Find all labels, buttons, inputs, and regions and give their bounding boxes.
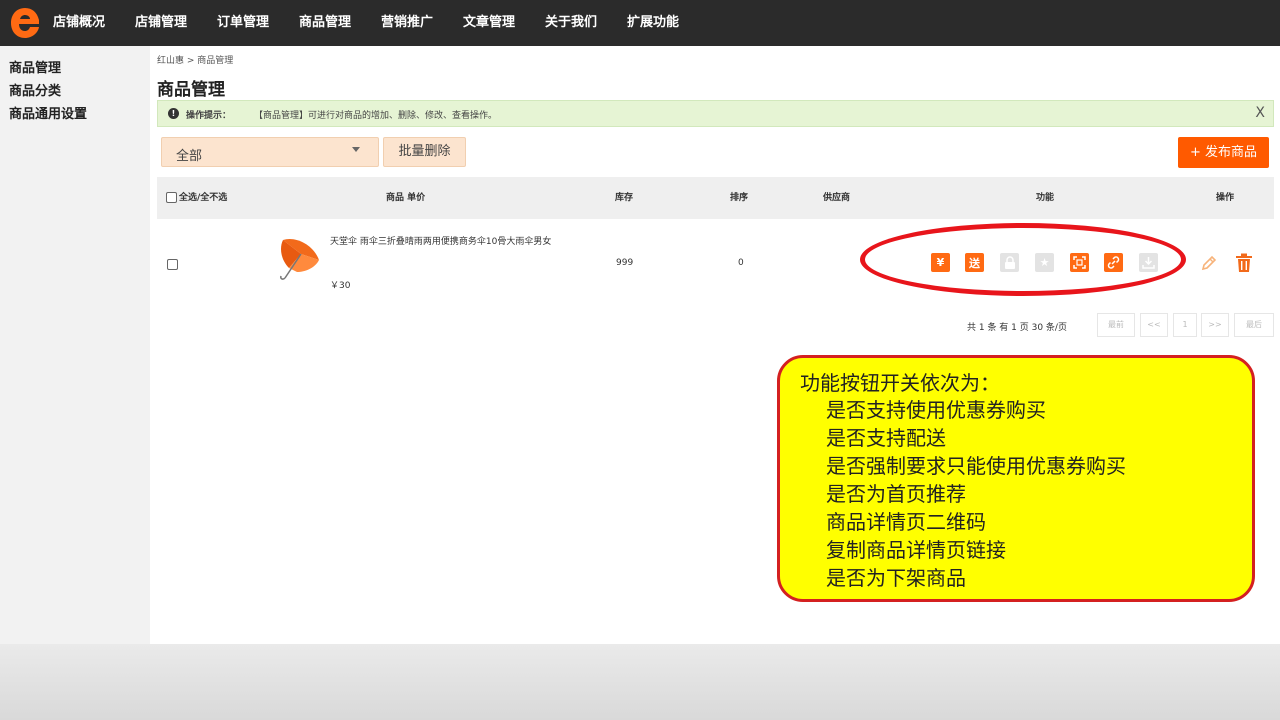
sidebar-item-product-management[interactable]: 商品管理 [9, 57, 61, 76]
breadcrumb: 红山惠 > 商品管理 [157, 56, 234, 66]
header-stock: 库存 [615, 193, 634, 203]
nav-extensions[interactable]: 扩展功能 [627, 0, 679, 46]
pager-prev-button[interactable]: << [1140, 313, 1168, 337]
link-icon[interactable] [1104, 253, 1123, 272]
sidebar-item-product-category[interactable]: 商品分类 [9, 80, 61, 99]
bottom-band [0, 644, 1280, 720]
pager-current-page[interactable]: 1 [1173, 313, 1197, 337]
callout-line: 是否支持配送 [826, 426, 946, 450]
filter-value: 全部 [176, 149, 203, 164]
nav-product-management[interactable]: 商品管理 [299, 0, 351, 46]
callout-line: 复制商品详情页链接 [826, 538, 1006, 562]
qrcode-icon[interactable] [1070, 253, 1089, 272]
tip-label: 操作提示： [186, 111, 232, 121]
nav-order-management[interactable]: 订单管理 [217, 0, 269, 46]
sidebar: 商品管理 商品分类 商品通用设置 [0, 46, 150, 644]
coupon-yen-icon[interactable]: ¥ [931, 253, 950, 272]
trash-icon[interactable] [1235, 253, 1253, 273]
header-actions: 操作 [1216, 193, 1235, 203]
callout-line: 是否支持使用优惠券购买 [826, 398, 1046, 422]
logo-icon[interactable] [8, 6, 42, 40]
callout-line: 商品详情页二维码 [826, 510, 986, 534]
header-supplier: 供应商 [823, 193, 851, 203]
status-filter-select[interactable]: 全部 [161, 137, 379, 167]
callout-title: 功能按钮开关依次为： [800, 371, 1000, 395]
header-product-price: 商品 单价 [386, 193, 426, 203]
row-checkbox[interactable] [167, 259, 178, 270]
table-header: 全选/全不选 商品 单价 库存 排序 供应商 功能 操作 [157, 177, 1274, 219]
callout-annotation: 功能按钮开关依次为： 是否支持使用优惠券购买 是否支持配送 是否强制要求只能使用… [777, 355, 1255, 602]
sort-value[interactable]: 0 [738, 258, 744, 268]
nav-about-us[interactable]: 关于我们 [545, 0, 597, 46]
nav-store-management[interactable]: 店铺管理 [135, 0, 187, 46]
lock-icon[interactable] [1000, 253, 1019, 272]
pager-next-button[interactable]: >> [1201, 313, 1229, 337]
header-functions: 功能 [1036, 193, 1055, 203]
nav-article-management[interactable]: 文章管理 [463, 0, 515, 46]
publish-product-button[interactable]: + 发布商品 [1178, 137, 1269, 168]
page-title: 商品管理 [157, 80, 225, 100]
callout-line: 是否强制要求只能使用优惠券购买 [826, 454, 1126, 478]
stock-value: 999 [616, 258, 634, 268]
info-icon: ! [168, 108, 179, 119]
download-shelf-icon[interactable] [1139, 253, 1158, 272]
chevron-down-icon [352, 147, 360, 152]
select-all-header[interactable]: 全选/全不选 [166, 177, 227, 219]
delivery-song-icon[interactable]: 送 [965, 253, 984, 272]
close-icon[interactable]: X [1255, 105, 1265, 121]
nav-store-overview[interactable]: 店铺概况 [53, 0, 105, 46]
select-all-checkbox[interactable] [166, 192, 177, 203]
tip-text: 【商品管理】可进行对商品的增加、删除、修改、查看操作。 [254, 111, 498, 121]
pager-first-button[interactable]: 最前 [1097, 313, 1135, 337]
pager-last-button[interactable]: 最后 [1234, 313, 1274, 337]
product-price: ￥30 [330, 281, 351, 291]
header-sort: 排序 [730, 193, 749, 203]
edit-icon[interactable] [1200, 254, 1218, 272]
pager-info: 共 1 条 有 1 页 30 条/页 [967, 323, 1067, 333]
sidebar-item-product-settings[interactable]: 商品通用设置 [9, 103, 87, 122]
product-umbrella-image[interactable] [275, 234, 323, 282]
callout-line: 是否为下架商品 [826, 566, 966, 590]
select-all-label: 全选/全不选 [179, 193, 228, 203]
batch-delete-button[interactable]: 批量删除 [383, 137, 466, 167]
tip-bar: ! 操作提示： 【商品管理】可进行对商品的增加、删除、修改、查看操作。 X [157, 100, 1274, 127]
highlight-ellipse [860, 223, 1186, 296]
callout-line: 是否为首页推荐 [826, 482, 966, 506]
star-icon[interactable]: ★ [1035, 253, 1054, 272]
nav-marketing[interactable]: 营销推广 [381, 0, 433, 46]
product-name[interactable]: 天堂伞 雨伞三折叠晴雨两用便携商务伞10骨大雨伞男女 [330, 236, 600, 248]
top-nav: 店铺概况 店铺管理 订单管理 商品管理 营销推广 文章管理 关于我们 扩展功能 [0, 0, 1280, 46]
